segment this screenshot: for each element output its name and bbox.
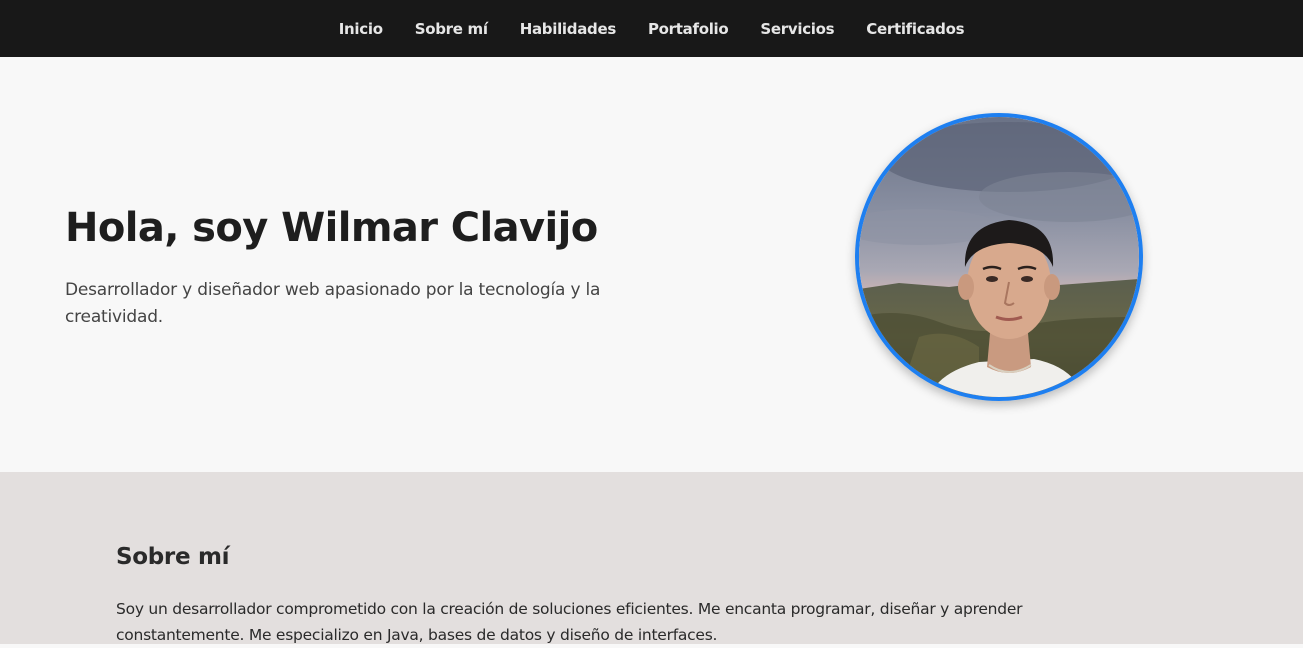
hero-section: Hola, soy Wilmar Clavijo Desarrollador y…: [0, 57, 1303, 472]
nav-link-sobre-mi[interactable]: Sobre mí: [415, 20, 488, 38]
top-navbar: Inicio Sobre mí Habilidades Portafolio S…: [0, 0, 1303, 57]
nav-link-certificados[interactable]: Certificados: [866, 20, 964, 38]
nav-link-habilidades[interactable]: Habilidades: [520, 20, 617, 38]
nav-link-servicios[interactable]: Servicios: [760, 20, 834, 38]
hero-subtitle: Desarrollador y diseñador web apasionado…: [65, 280, 601, 327]
hero-title: Hola, soy Wilmar Clavijo: [65, 205, 598, 251]
about-description: Soy un desarrollador comprometido con la…: [116, 600, 1023, 644]
nav-link-inicio[interactable]: Inicio: [339, 20, 383, 38]
nav-link-portafolio[interactable]: Portafolio: [648, 20, 729, 38]
profile-photo: [855, 113, 1143, 401]
about-section: Sobre mí Soy un desarrollador comprometi…: [0, 472, 1303, 644]
profile-photo-image: [859, 117, 1139, 397]
about-title: Sobre mí: [116, 544, 230, 570]
